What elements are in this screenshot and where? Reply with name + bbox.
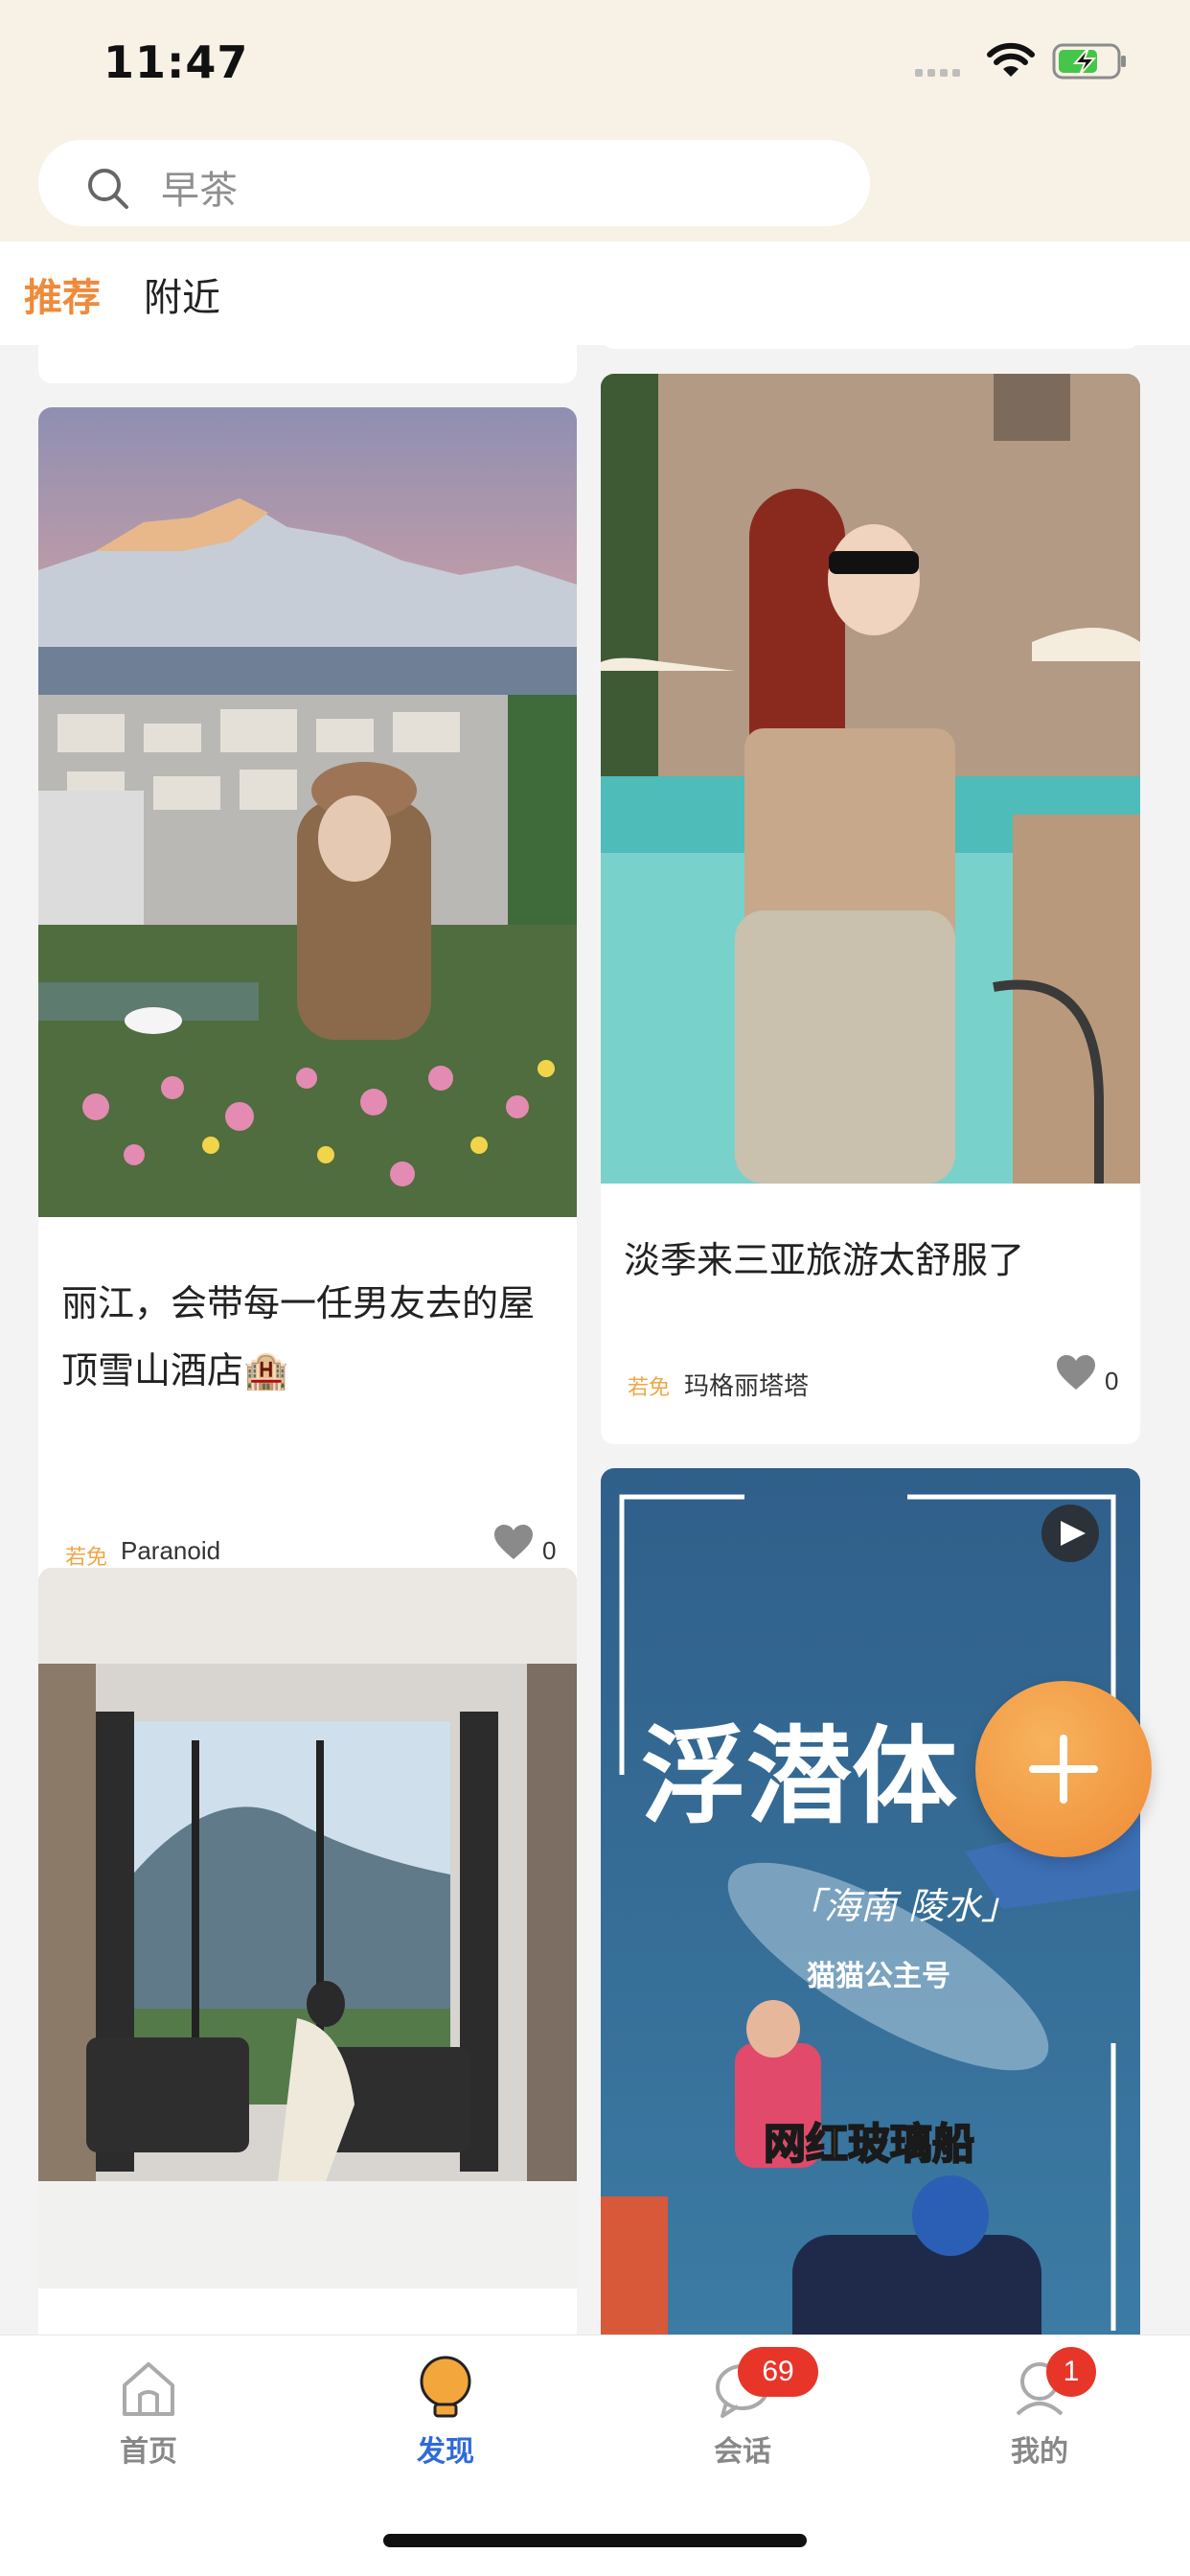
lightbulb-icon <box>420 2356 471 2418</box>
card-image-room <box>38 1568 577 2288</box>
like-count: 0 <box>542 1536 557 1565</box>
card-image-snorkel: 浮潜体 「海南 陵水」 猫猫公主号 网红玻璃船 <box>601 1468 1140 2334</box>
search-icon <box>88 169 128 209</box>
nav-chat[interactable]: 会话 69 <box>594 2335 891 2518</box>
author-name[interactable]: 玛格丽塔塔 <box>684 1367 809 1402</box>
feed-card-snorkel[interactable]: 浮潜体 「海南 陵水」 猫猫公主号 网红玻璃船 <box>601 1468 1140 2334</box>
status-time: 11:47 <box>103 36 249 88</box>
heart-icon[interactable] <box>492 1523 535 1561</box>
card-title: 丽江，会带每一任男友去的屋 顶雪山酒店🏨 <box>61 1270 569 1404</box>
signal-icon <box>915 69 960 77</box>
image-title-text: 浮潜体 <box>641 1714 957 1838</box>
unread-badge: 69 <box>738 2347 818 2397</box>
app-screen: 11:47 早茶 推荐 附近 丽江，会带每一任男友去的屋 顶雪山酒店🏨 若免 P… <box>0 0 1190 2576</box>
feed-card-sanya[interactable]: 淡季来三亚旅游太舒服了 若免 玛格丽塔塔 0 <box>601 374 1140 1444</box>
nav-discover[interactable]: 发现 <box>297 2335 594 2518</box>
plus-icon-vertical <box>1060 1735 1067 1804</box>
wifi-icon <box>987 42 1035 77</box>
card-image-mountain <box>38 407 577 1217</box>
feed-card-room[interactable] <box>38 1568 577 2334</box>
nav-label: 会话 <box>714 2435 771 2469</box>
heart-icon[interactable] <box>1055 1353 1097 1392</box>
search-input[interactable]: 早茶 <box>161 159 238 215</box>
nav-label: 发现 <box>417 2435 474 2469</box>
nav-profile[interactable]: 我的 1 <box>891 2335 1188 2518</box>
tab-recommended[interactable]: 推荐 <box>24 266 101 322</box>
feed-tabs: 推荐 附近 <box>0 242 1190 345</box>
create-post-button[interactable] <box>975 1681 1152 1857</box>
card-title-line: 丽江，会带每一任男友去的屋 <box>61 1282 536 1324</box>
nav-home[interactable]: 首页 <box>0 2335 297 2518</box>
like-count: 0 <box>1105 1367 1119 1395</box>
nav-label: 首页 <box>120 2435 177 2469</box>
unread-badge: 1 <box>1046 2347 1096 2397</box>
battery-icon <box>1052 43 1126 80</box>
author-tag: 若免 <box>628 1376 671 1400</box>
card-title-line: 顶雪山酒店🏨 <box>61 1349 289 1392</box>
home-icon <box>123 2362 174 2416</box>
nav-label: 我的 <box>1011 2435 1068 2469</box>
image-account-text: 猫猫公主号 <box>807 1960 950 1993</box>
header-area: 11:47 早茶 <box>0 0 1190 242</box>
author-tag: 若免 <box>65 1546 108 1570</box>
tab-nearby[interactable]: 附近 <box>144 266 220 322</box>
author-name[interactable]: Paranoid <box>121 1536 220 1566</box>
card-image-pool <box>601 374 1140 1184</box>
search-bar[interactable]: 早茶 <box>38 140 870 226</box>
feed-card-partial[interactable] <box>601 345 1140 349</box>
card-title: 淡季来三亚旅游太舒服了 <box>624 1239 1025 1281</box>
feed-card-partial[interactable] <box>38 345 577 383</box>
home-indicator[interactable] <box>383 2534 807 2547</box>
feed-grid: 丽江，会带每一任男友去的屋 顶雪山酒店🏨 若免 Paranoid 0 淡季来三亚… <box>0 345 1190 2334</box>
image-location-text: 「海南 陵水」 <box>788 1885 1018 1927</box>
image-caption-text: 网红玻璃船 <box>764 2120 974 2169</box>
